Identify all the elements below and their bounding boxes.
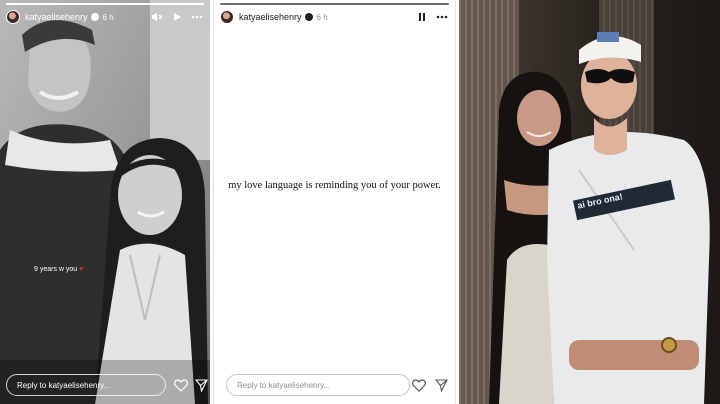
- story-time: 6 h: [316, 12, 328, 22]
- story-panel-1: katyaelisehenry 6 h 9 years w you ♥ Repl…: [0, 0, 210, 404]
- avatar[interactable]: [6, 10, 20, 24]
- more-icon[interactable]: [190, 10, 204, 24]
- pause-icon[interactable]: [415, 10, 429, 24]
- share-send-icon[interactable]: [434, 378, 448, 392]
- heart-emoji-icon: ♥: [79, 266, 84, 273]
- volume-muted-icon[interactable]: [150, 10, 164, 24]
- like-heart-icon[interactable]: [174, 378, 188, 392]
- story-header: katyaelisehenry 6 h: [6, 8, 204, 26]
- story-photo-1: [0, 0, 210, 404]
- reply-input[interactable]: Reply to katyaelisehenry...: [226, 374, 410, 396]
- caption-text: 9 years w you: [34, 266, 78, 273]
- story-header: katyaelisehenry 6 h: [220, 8, 449, 26]
- reply-input[interactable]: Reply to katyaelisehenry...: [6, 374, 166, 396]
- avatar[interactable]: [220, 10, 234, 24]
- verified-badge-icon: [304, 13, 313, 21]
- story-text: my love language is reminding you of you…: [228, 180, 441, 191]
- play-icon[interactable]: [170, 10, 184, 24]
- story-time: 6 h: [102, 12, 114, 22]
- story-progress-bar: [220, 3, 449, 5]
- like-heart-icon[interactable]: [412, 378, 426, 392]
- reply-placeholder: Reply to katyaelisehenry...: [17, 380, 111, 390]
- photo-panel-3: ai bro ona!: [459, 0, 720, 404]
- story-panel-2: katyaelisehenry 6 h my love language is …: [213, 0, 456, 404]
- share-send-icon[interactable]: [194, 378, 208, 392]
- more-icon[interactable]: [435, 10, 449, 24]
- story-progress-bar: [6, 3, 204, 5]
- story-caption: 9 years w you ♥: [34, 266, 83, 273]
- username[interactable]: katyaelisehenry: [25, 12, 88, 22]
- username[interactable]: katyaelisehenry: [239, 12, 302, 22]
- reply-placeholder: Reply to katyaelisehenry...: [237, 380, 331, 390]
- verified-badge-icon: [90, 13, 99, 21]
